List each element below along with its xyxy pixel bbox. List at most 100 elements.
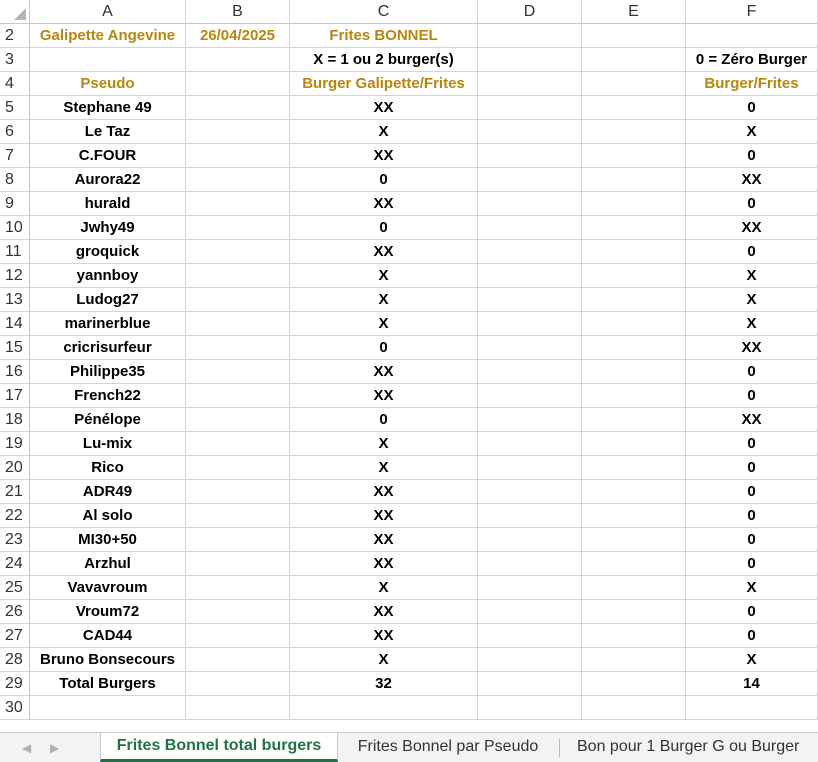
row-header[interactable]: 19: [0, 432, 30, 456]
column-header-c[interactable]: C: [290, 0, 478, 24]
cell-d27[interactable]: [478, 624, 582, 648]
cell-a9[interactable]: hurald: [30, 192, 186, 216]
cell-d28[interactable]: [478, 648, 582, 672]
cell-b20[interactable]: [186, 456, 290, 480]
row-header[interactable]: 17: [0, 384, 30, 408]
cell-f30[interactable]: [686, 696, 818, 720]
cell-a12[interactable]: yannboy: [30, 264, 186, 288]
cell-b22[interactable]: [186, 504, 290, 528]
cell-c6[interactable]: X: [290, 120, 478, 144]
cell-f5[interactable]: 0: [686, 96, 818, 120]
cell-c14[interactable]: X: [290, 312, 478, 336]
cell-d16[interactable]: [478, 360, 582, 384]
column-header-b[interactable]: B: [186, 0, 290, 24]
cell-e30[interactable]: [582, 696, 686, 720]
cell-b15[interactable]: [186, 336, 290, 360]
cell-b18[interactable]: [186, 408, 290, 432]
cell-d3[interactable]: [478, 48, 582, 72]
row-header[interactable]: 3: [0, 48, 30, 72]
cell-a8[interactable]: Aurora22: [30, 168, 186, 192]
cell-c9[interactable]: XX: [290, 192, 478, 216]
cell-e8[interactable]: [582, 168, 686, 192]
cell-c20[interactable]: X: [290, 456, 478, 480]
cell-f11[interactable]: 0: [686, 240, 818, 264]
cell-e21[interactable]: [582, 480, 686, 504]
cell-c19[interactable]: X: [290, 432, 478, 456]
tab-frites-bonnel-par-pseudo[interactable]: Frites Bonnel par Pseudo: [339, 733, 557, 762]
cell-d18[interactable]: [478, 408, 582, 432]
cell-e16[interactable]: [582, 360, 686, 384]
cell-d7[interactable]: [478, 144, 582, 168]
row-header[interactable]: 28: [0, 648, 30, 672]
cell-b28[interactable]: [186, 648, 290, 672]
cell-a19[interactable]: Lu-mix: [30, 432, 186, 456]
cell-f24[interactable]: 0: [686, 552, 818, 576]
cell-a7[interactable]: C.FOUR: [30, 144, 186, 168]
row-header[interactable]: 5: [0, 96, 30, 120]
cell-e7[interactable]: [582, 144, 686, 168]
row-header[interactable]: 25: [0, 576, 30, 600]
cell-b29[interactable]: [186, 672, 290, 696]
cell-c13[interactable]: X: [290, 288, 478, 312]
cell-f27[interactable]: 0: [686, 624, 818, 648]
cell-b13[interactable]: [186, 288, 290, 312]
cell-c5[interactable]: XX: [290, 96, 478, 120]
cell-a10[interactable]: Jwhy49: [30, 216, 186, 240]
cell-a6[interactable]: Le Taz: [30, 120, 186, 144]
cell-e22[interactable]: [582, 504, 686, 528]
cell-d12[interactable]: [478, 264, 582, 288]
cell-a26[interactable]: Vroum72: [30, 600, 186, 624]
cell-e6[interactable]: [582, 120, 686, 144]
cell-c7[interactable]: XX: [290, 144, 478, 168]
cell-e17[interactable]: [582, 384, 686, 408]
row-header[interactable]: 21: [0, 480, 30, 504]
row-header[interactable]: 16: [0, 360, 30, 384]
cell-a28[interactable]: Bruno Bonsecours: [30, 648, 186, 672]
cell-e25[interactable]: [582, 576, 686, 600]
cell-d10[interactable]: [478, 216, 582, 240]
cell-d29[interactable]: [478, 672, 582, 696]
cell-e3[interactable]: [582, 48, 686, 72]
cell-e20[interactable]: [582, 456, 686, 480]
cell-a22[interactable]: Al solo: [30, 504, 186, 528]
cell-f21[interactable]: 0: [686, 480, 818, 504]
cell-a27[interactable]: CAD44: [30, 624, 186, 648]
cell-f25[interactable]: X: [686, 576, 818, 600]
cell-a23[interactable]: MI30+50: [30, 528, 186, 552]
cell-b25[interactable]: [186, 576, 290, 600]
row-header[interactable]: 7: [0, 144, 30, 168]
cell-b16[interactable]: [186, 360, 290, 384]
cell-d8[interactable]: [478, 168, 582, 192]
cell-f29[interactable]: 14: [686, 672, 818, 696]
row-header[interactable]: 30: [0, 696, 30, 720]
row-header[interactable]: 15: [0, 336, 30, 360]
cell-f23[interactable]: 0: [686, 528, 818, 552]
cell-f10[interactable]: XX: [686, 216, 818, 240]
cell-f7[interactable]: 0: [686, 144, 818, 168]
cell-a11[interactable]: groquick: [30, 240, 186, 264]
cell-e15[interactable]: [582, 336, 686, 360]
cell-c26[interactable]: XX: [290, 600, 478, 624]
column-header-f[interactable]: F: [686, 0, 818, 24]
cell-a5[interactable]: Stephane 49: [30, 96, 186, 120]
cell-c16[interactable]: XX: [290, 360, 478, 384]
cell-c25[interactable]: X: [290, 576, 478, 600]
cell-c12[interactable]: X: [290, 264, 478, 288]
cell-d22[interactable]: [478, 504, 582, 528]
cell-f28[interactable]: X: [686, 648, 818, 672]
cell-d11[interactable]: [478, 240, 582, 264]
row-header[interactable]: 23: [0, 528, 30, 552]
row-header[interactable]: 10: [0, 216, 30, 240]
cell-d23[interactable]: [478, 528, 582, 552]
cell-f9[interactable]: 0: [686, 192, 818, 216]
cell-e26[interactable]: [582, 600, 686, 624]
cell-f13[interactable]: X: [686, 288, 818, 312]
cell-b14[interactable]: [186, 312, 290, 336]
spreadsheet-grid[interactable]: A B C D E F 2 Galipette Angevine 26/04/2025 Frite…: [0, 0, 818, 732]
cell-a15[interactable]: cricrisurfeur: [30, 336, 186, 360]
cell-f2[interactable]: [686, 24, 818, 48]
cell-c11[interactable]: XX: [290, 240, 478, 264]
cell-a25[interactable]: Vavavroum: [30, 576, 186, 600]
cell-b4[interactable]: [186, 72, 290, 96]
cell-c4[interactable]: Burger Galipette/Frites: [290, 72, 478, 96]
